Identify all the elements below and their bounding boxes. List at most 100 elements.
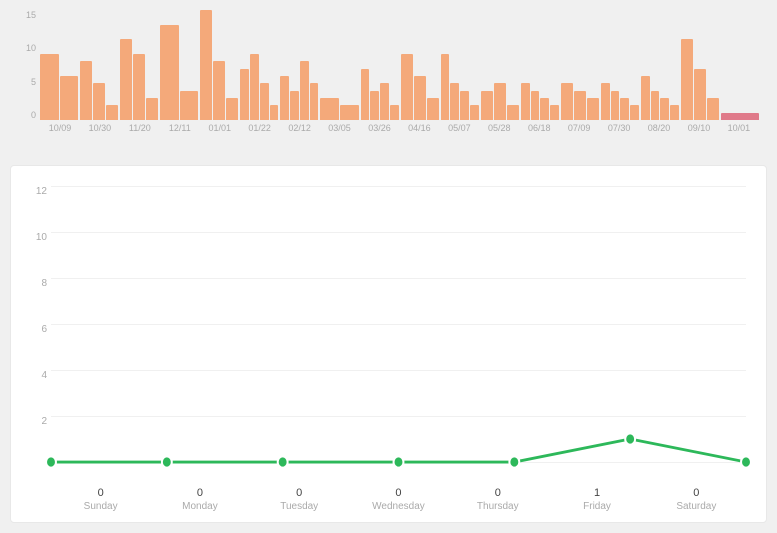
bar <box>401 54 413 120</box>
top-x-label: 03/05 <box>320 123 360 133</box>
bar-group <box>40 54 78 120</box>
bar <box>390 105 399 120</box>
day-value: 0 <box>395 487 401 499</box>
bar <box>427 98 439 120</box>
top-x-label: 07/30 <box>599 123 639 133</box>
day-name: Friday <box>583 501 611 512</box>
bar <box>507 105 519 120</box>
bar <box>611 91 620 120</box>
bar <box>521 83 530 120</box>
top-x-axis: 10/0910/3011/2012/1101/0101/2202/1203/05… <box>40 123 759 133</box>
dot-wednesday <box>394 456 404 468</box>
bar <box>120 39 132 120</box>
bar-group <box>320 98 358 120</box>
bar <box>587 98 599 120</box>
top-x-label: 11/20 <box>120 123 160 133</box>
top-x-label: 06/18 <box>519 123 559 133</box>
top-x-label: 05/28 <box>479 123 519 133</box>
bar <box>226 98 238 120</box>
bar-group <box>120 39 158 120</box>
top-y-label: 15 <box>18 10 36 20</box>
bar <box>441 54 450 120</box>
bar <box>681 39 693 120</box>
bar <box>340 105 359 120</box>
day-name: Sunday <box>84 501 118 512</box>
bar-group <box>240 54 278 120</box>
bar <box>60 76 79 120</box>
bar <box>630 105 639 120</box>
bar <box>180 91 199 120</box>
day-name: Monday <box>182 501 218 512</box>
bar <box>250 54 259 120</box>
day-column: 0 Wednesday <box>349 487 448 512</box>
bar <box>574 91 586 120</box>
bar-group <box>441 54 479 120</box>
top-x-label: 10/09 <box>40 123 80 133</box>
bottom-y-label: 2 <box>19 416 47 427</box>
bar <box>80 61 92 120</box>
bar <box>670 105 679 120</box>
top-x-label: 01/01 <box>200 123 240 133</box>
day-column: 0Sunday <box>51 487 150 512</box>
bar <box>200 10 212 120</box>
dot-sunday <box>46 456 56 468</box>
dot-thursday <box>509 456 519 468</box>
bar <box>380 83 389 120</box>
top-x-label: 10/30 <box>80 123 120 133</box>
bar <box>300 61 309 120</box>
bar <box>290 91 299 120</box>
bar <box>133 54 145 120</box>
dot-saturday <box>741 456 751 468</box>
bar-group <box>561 83 599 120</box>
top-x-label: 01/22 <box>240 123 280 133</box>
top-y-label: 10 <box>18 43 36 53</box>
bar-group <box>641 76 679 120</box>
bar <box>450 83 459 120</box>
bar-group <box>601 83 639 120</box>
bottom-y-label: 4 <box>19 370 47 381</box>
bar-group <box>481 83 519 120</box>
bar <box>721 113 759 120</box>
bar-group <box>681 39 719 120</box>
bar <box>531 91 540 120</box>
bar <box>106 105 118 120</box>
bar <box>310 83 319 120</box>
top-x-label: 10/01 <box>719 123 759 133</box>
day-value: 0 <box>296 487 302 499</box>
day-value: 1 <box>594 487 600 499</box>
day-name: Wednesday <box>372 501 425 512</box>
bottom-y-label: 12 <box>19 186 47 197</box>
day-value: 0 <box>693 487 699 499</box>
bottom-y-label: 6 <box>19 324 47 335</box>
bar <box>601 83 610 120</box>
day-name: Saturday <box>676 501 716 512</box>
top-x-label: 12/11 <box>160 123 200 133</box>
line-chart-area <box>51 186 746 462</box>
bar <box>481 91 493 120</box>
top-x-label: 04/16 <box>399 123 439 133</box>
bar-group <box>160 25 198 120</box>
bar <box>160 25 179 120</box>
top-y-label: 0 <box>18 110 36 120</box>
dot-friday <box>625 433 635 445</box>
bar <box>240 69 249 120</box>
bar <box>460 91 469 120</box>
bar-group <box>80 61 118 120</box>
bar <box>40 54 59 120</box>
bar <box>470 105 479 120</box>
top-bar-chart: 15 10 5 0 10/0910/3011/2012/1101/0101/22… <box>0 0 777 165</box>
bar <box>651 91 660 120</box>
day-name: Tuesday <box>280 501 318 512</box>
line-svg <box>51 186 746 462</box>
bar <box>641 76 650 120</box>
bar <box>620 98 629 120</box>
day-value: 0 <box>495 487 501 499</box>
bar-group <box>521 83 559 120</box>
bar-group <box>200 10 238 120</box>
bar <box>146 98 158 120</box>
dot-tuesday <box>278 456 288 468</box>
bar-group <box>280 61 318 120</box>
dot-monday <box>162 456 172 468</box>
day-value: 0 <box>197 487 203 499</box>
bar <box>320 98 339 120</box>
